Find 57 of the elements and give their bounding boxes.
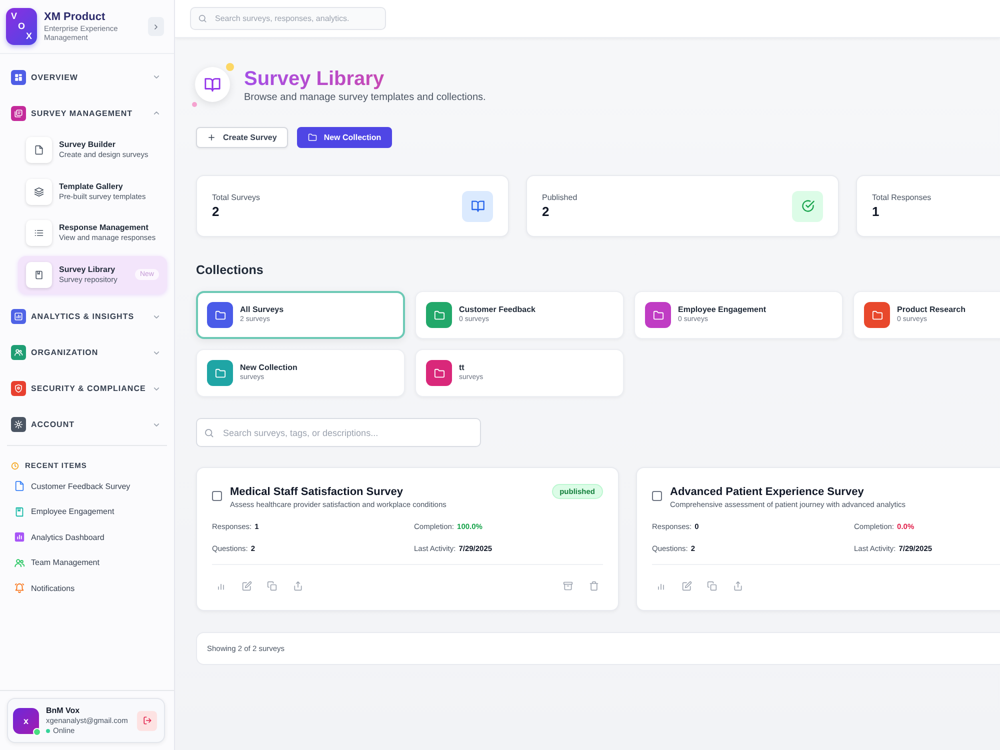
online-dot-icon: [46, 728, 50, 732]
search-icon: [204, 428, 214, 438]
stat-label: Total Responses: [872, 192, 932, 204]
copy-icon[interactable]: [707, 580, 718, 590]
layers-icon: [26, 178, 52, 204]
brand-name: XM Product: [44, 11, 106, 24]
book-icon: [26, 262, 52, 288]
clock-icon: [11, 462, 19, 470]
edit-icon[interactable]: [242, 580, 252, 590]
nav-section-button[interactable]: OVERVIEW: [0, 59, 174, 95]
recent-item[interactable]: Employee Engagement: [0, 499, 174, 524]
survey-title: Advanced Patient Experience Survey: [670, 485, 864, 499]
stat-label: Total Surveys: [212, 192, 260, 204]
user-avatar: x: [13, 708, 39, 734]
stat-value: 2: [212, 204, 220, 220]
nav-section-button[interactable]: SECURITY & COMPLIANCE: [0, 370, 174, 406]
copy-icon[interactable]: [267, 580, 278, 590]
book-open-icon: [195, 67, 230, 102]
nav-section-button[interactable]: SURVEY MANAGEMENT: [0, 95, 174, 131]
search-icon: [198, 14, 207, 23]
select-checkbox[interactable]: [652, 491, 662, 501]
archive-icon[interactable]: [563, 580, 574, 590]
plus-icon: [207, 133, 216, 142]
share-icon[interactable]: [293, 580, 304, 590]
user-name: BnM Vox: [46, 706, 80, 716]
decor-dot-icon: [226, 63, 234, 71]
file-icon: [26, 137, 52, 163]
trash-icon[interactable]: [589, 580, 599, 590]
recent-item[interactable]: Analytics Dashboard: [0, 524, 174, 550]
nav-section-button[interactable]: ACCOUNT: [0, 406, 174, 442]
folder-icon: [308, 133, 317, 142]
collapse-button[interactable]: [148, 17, 164, 36]
section-title: Collections: [196, 262, 264, 278]
search-field[interactable]: Search surveys, responses, analytics.: [190, 7, 386, 30]
decor-dot-icon: [192, 102, 197, 107]
stat-value: 2: [542, 204, 550, 220]
search-field[interactable]: Search surveys, tags, or descriptions...: [196, 418, 481, 447]
edit-icon[interactable]: [682, 580, 692, 590]
stat-label: Published: [542, 192, 578, 204]
create-survey-button[interactable]: Create Survey: [196, 127, 288, 148]
nav-section-button[interactable]: ORGANIZATION: [0, 334, 174, 370]
book-open-icon: [462, 190, 493, 222]
list-icon: [26, 220, 52, 246]
page-subtitle: Browse and manage survey templates and collections.: [244, 91, 486, 105]
recent-item[interactable]: Team Management: [0, 550, 174, 576]
recent-item[interactable]: Customer Feedback Survey: [0, 474, 174, 499]
new-collection-button[interactable]: New Collection: [296, 127, 392, 148]
logout-icon: [142, 716, 152, 725]
recent-item[interactable]: Notifications: [0, 576, 174, 601]
chevron-right-icon: [154, 24, 158, 30]
survey-title: Medical Staff Satisfaction Survey: [230, 485, 403, 499]
share-icon[interactable]: [733, 580, 744, 590]
app-logo: V O X: [6, 8, 37, 45]
stat-value: 1: [872, 204, 880, 220]
logout-button[interactable]: [137, 710, 157, 730]
nav-section-button[interactable]: ANALYTICS & INSIGHTS: [0, 298, 174, 334]
select-checkbox[interactable]: [212, 491, 222, 501]
